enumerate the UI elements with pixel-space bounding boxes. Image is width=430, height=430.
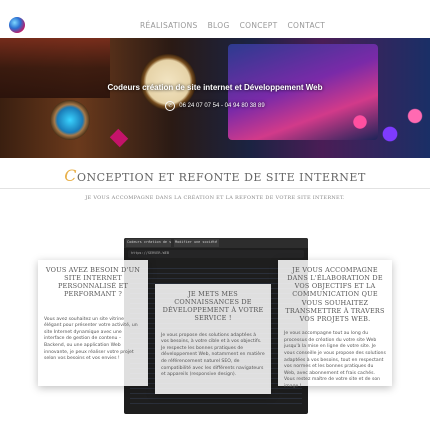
nav-item-realisations[interactable]: RÉALISATIONS [140, 21, 198, 30]
card-text: Vous avez souhaitez un site vitrine élég… [44, 316, 138, 362]
red-gem-image [109, 128, 129, 148]
main-nav: RÉALISATIONS BLOG CONCEPT CONTACT [140, 21, 325, 30]
section-title-initial: C [64, 166, 77, 185]
browser-url-bar: https://SERVER-WEB [128, 250, 304, 258]
logo-icon[interactable] [9, 17, 25, 33]
section-title-rest: ONCEPTION ET REFONTE DE SITE INTERNET [76, 171, 366, 184]
card-title: JE METS MES CONNAISSANCES DE DÉVELOPPEME… [162, 290, 264, 323]
card-text: Je vous accompagne tout au long du proce… [284, 330, 386, 390]
section-divider [0, 188, 430, 189]
browser-tab: Modifier une société [174, 239, 219, 247]
browser-tab-bar: Codeurs création de site int Modifier un… [124, 238, 308, 248]
hero-banner: Codeurs création de site internet et Dév… [0, 38, 430, 158]
phone-number[interactable]: 06 24 07 07 54 - 04 94 80 38 89 [179, 103, 264, 109]
phone-icon: ✆ [165, 101, 176, 111]
card-title: JE VOUS ACCOMPAGNE DANS L'ÉLABORATION DE… [285, 266, 385, 323]
nav-item-concept[interactable]: CONCEPT [240, 21, 278, 30]
info-card-support: JE VOUS ACCOMPAGNE DANS L'ÉLABORATION DE… [278, 260, 392, 389]
hero-text: Codeurs création de site internet et Dév… [0, 83, 430, 111]
browser-tab: Codeurs création de site int [126, 239, 171, 247]
nav-item-blog[interactable]: BLOG [208, 21, 230, 30]
info-card-skills: JE METS MES CONNAISSANCES DE DÉVELOPPEME… [155, 284, 271, 394]
hero-title: Codeurs création de site internet et Dév… [107, 83, 323, 92]
site-header: RÉALISATIONS BLOG CONCEPT CONTACT [0, 0, 430, 38]
hero-phone[interactable]: ✆ 06 24 07 07 54 - 04 94 80 38 89 [165, 101, 265, 111]
card-text: Je vous propose des solutions adaptées à… [161, 332, 265, 378]
section-title: CONCEPTION ET REFONTE DE SITE INTERNET [0, 166, 430, 185]
card-title: VOUS AVEZ BESOIN D'UN SITE INTERNET PERS… [45, 266, 141, 299]
info-card-needs: VOUS AVEZ BESOIN D'UN SITE INTERNET PERS… [38, 260, 148, 386]
nav-item-contact[interactable]: CONTACT [288, 21, 326, 30]
section-subtitle: JE VOUS ACCOMPAGNE DANS LA CRÉATION ET L… [85, 195, 345, 201]
